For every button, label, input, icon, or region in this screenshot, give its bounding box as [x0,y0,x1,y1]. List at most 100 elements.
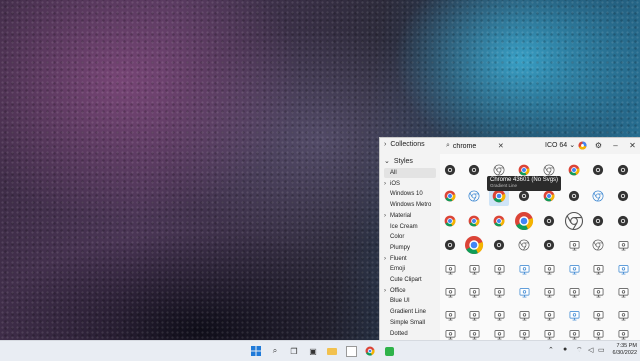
chevron-up-icon[interactable]: ⌃ [548,346,554,354]
icon-result-5-0[interactable] [440,282,460,302]
size-format-dropdown[interactable]: ICO 64 ⌄ [545,141,576,150]
icon-result-4-4[interactable] [539,259,559,279]
icon-result-6-5[interactable] [564,305,584,325]
color-icon[interactable] [577,140,588,151]
sidebar-item-windows-10[interactable]: Windows 10 [384,189,436,199]
store-icon[interactable] [345,345,357,357]
chrome-icon[interactable] [364,345,376,357]
icon-result-4-5[interactable] [564,259,584,279]
icon-result-6-0[interactable] [440,305,460,325]
search-input[interactable] [452,142,495,150]
sidebar-item-windows-metro[interactable]: Windows Metro [384,200,436,210]
icon-result-6-7[interactable] [613,305,633,325]
icon-result-3-7[interactable] [613,235,633,255]
sidebar-item-label: Simple Small [390,319,426,326]
search-box[interactable]: ⌕ ✕ [446,140,514,152]
icon-result-3-4[interactable] [539,235,559,255]
sidebar-item-label: Plumpy [390,244,411,251]
sidebar-item-blue-ui[interactable]: Blue UI [384,296,436,306]
sidebar-item-gradient-line[interactable]: Gradient Line [384,307,436,317]
icon-result-1-6[interactable] [588,186,608,206]
icon-result-3-3[interactable] [514,235,534,255]
icon-result-6-2[interactable] [489,305,509,325]
icon-result-3-2[interactable] [489,235,509,255]
gear-icon[interactable]: ⚙ [593,140,604,151]
icon-result-2-6[interactable] [588,211,608,231]
windows-start-icon[interactable] [250,345,262,357]
icon-result-3-6[interactable] [588,235,608,255]
sidebar-item-ios[interactable]: › iOS [384,179,436,189]
icon-result-0-5[interactable] [564,160,584,180]
taskbar: ⌕ ❐ ▣ ⌃ ● ⌔ ◁ ▭ 7:35 PM 6/30/2022 [0,340,640,361]
sidebar-item-label: Fluent [390,255,407,262]
sidebar-item-fluent[interactable]: › Fluent [384,254,436,264]
styles-header[interactable]: ⌄ Styles [384,157,413,166]
sidebar-item-simple-small[interactable]: Simple Small [384,318,436,328]
search-icon[interactable]: ⌕ [269,345,281,357]
icon-result-5-4[interactable] [539,282,559,302]
sidebar-item-material[interactable]: › Material [384,211,436,221]
microphone-icon[interactable]: ● [563,346,567,353]
collections-label: Collections [390,141,425,148]
icon-result-1-0[interactable] [440,186,460,206]
icon-result-5-7[interactable] [613,282,633,302]
sidebar-item-plumpy[interactable]: Plumpy [384,243,436,253]
icon-result-2-1[interactable] [464,211,484,231]
minimize-icon[interactable]: – [610,140,621,151]
icon-result-6-4[interactable] [539,305,559,325]
sidebar-item-label: Blue UI [390,298,410,305]
icon-result-1-5[interactable] [564,186,584,206]
app-icon[interactable] [383,345,395,357]
icon-result-1-1[interactable] [464,186,484,206]
sidebar-item-cute-clipart[interactable]: Cute Clipart [384,275,436,285]
clear-search-icon[interactable]: ✕ [498,142,504,150]
icon-result-1-7[interactable] [613,186,633,206]
sidebar-item-office[interactable]: › Office [384,286,436,296]
sidebar-item-label: Windows Metro [390,202,432,209]
sidebar-item-ice-cream[interactable]: Ice Cream [384,222,436,232]
icon-result-0-7[interactable] [613,160,633,180]
sidebar-item-all[interactable]: All [384,168,436,178]
icon-result-5-5[interactable] [564,282,584,302]
icon-result-5-6[interactable] [588,282,608,302]
icon-result-5-1[interactable] [464,282,484,302]
sidebar-item-dotted[interactable]: Dotted [384,329,436,339]
icon-result-2-3[interactable] [514,211,534,231]
close-icon[interactable]: ✕ [627,140,638,151]
icon-result-5-3[interactable] [514,282,534,302]
task-view-icon[interactable]: ❐ [288,345,300,357]
icon-result-6-3[interactable] [514,305,534,325]
icon-result-4-3[interactable] [514,259,534,279]
icon-result-2-4[interactable] [539,211,559,231]
icon-result-2-5[interactable] [564,211,584,231]
volume-icon[interactable]: ◁ [588,346,593,354]
sidebar-item-label: Material [390,212,412,219]
collections-toggle[interactable]: › Collections [384,141,425,148]
clock[interactable]: 7:35 PM 6/30/2022 [609,343,637,357]
date-text: 6/30/2022 [612,350,637,356]
icon-result-6-6[interactable] [588,305,608,325]
icon-result-3-0[interactable] [440,235,460,255]
icon-result-4-1[interactable] [464,259,484,279]
icon-result-6-1[interactable] [464,305,484,325]
sidebar-item-emoji[interactable]: Emoji [384,264,436,274]
icon-result-2-7[interactable] [613,211,633,231]
battery-icon[interactable]: ▭ [598,346,605,354]
icon-result-2-0[interactable] [440,211,460,231]
chat-icon[interactable]: ▣ [307,345,319,357]
icon-result-2-2[interactable] [489,211,509,231]
icon-result-4-7[interactable] [613,259,633,279]
file-explorer-icon[interactable] [326,345,338,357]
chevron-down-icon: ⌄ [569,142,576,149]
icon-result-0-6[interactable] [588,160,608,180]
icon-result-4-2[interactable] [489,259,509,279]
icon-result-4-6[interactable] [588,259,608,279]
wifi-icon[interactable]: ⌔ [576,346,583,355]
icon-result-0-0[interactable] [440,160,460,180]
icon-result-3-1[interactable] [464,235,484,255]
icon-result-3-5[interactable] [564,235,584,255]
icon-result-5-2[interactable] [489,282,509,302]
icon-result-0-1[interactable] [464,160,484,180]
sidebar-item-color[interactable]: Color [384,232,436,242]
icon-result-4-0[interactable] [440,259,460,279]
